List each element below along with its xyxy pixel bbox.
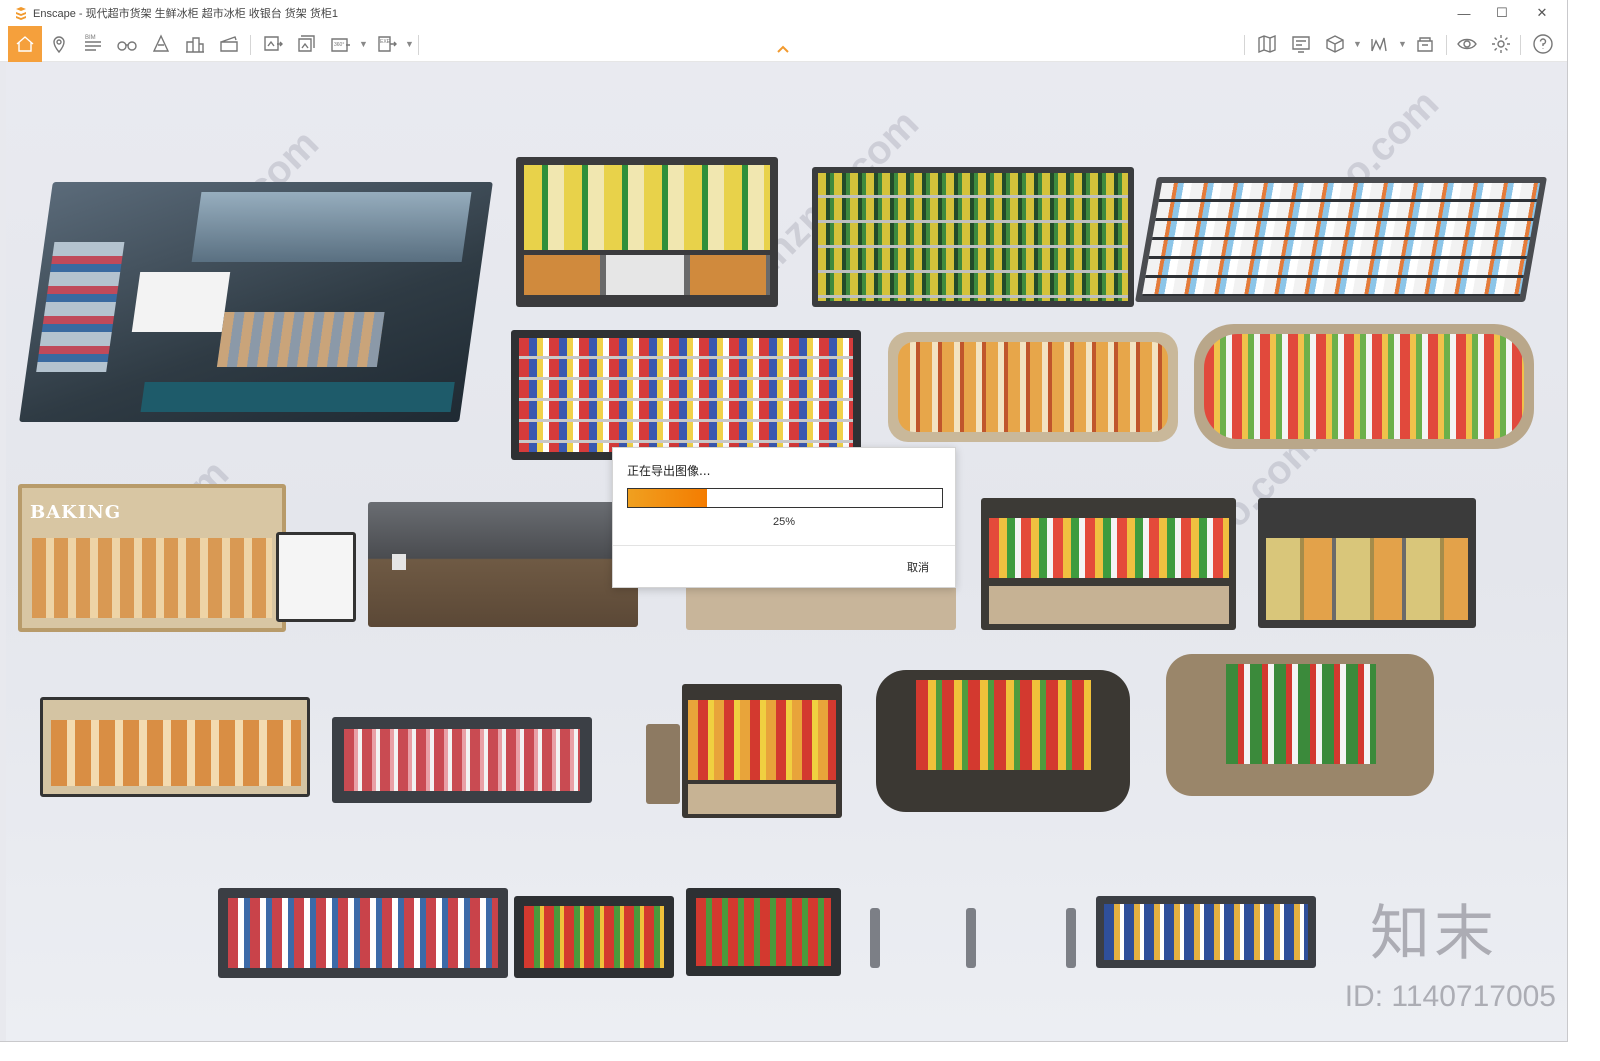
atmosphere-button[interactable]	[146, 29, 176, 59]
chart-icon	[1371, 37, 1387, 52]
asset-library-button[interactable]	[1410, 29, 1440, 59]
panorama-button[interactable]: 360°	[326, 29, 356, 59]
toolbar-separator	[1446, 35, 1447, 55]
map-icon	[1258, 34, 1276, 54]
security-gate	[966, 908, 976, 968]
scale-stand	[646, 724, 680, 804]
snack-shelf	[516, 157, 778, 307]
minimize-icon: —	[1457, 5, 1471, 21]
cone-icon	[152, 34, 170, 52]
produce-cooler	[514, 896, 674, 978]
panorama-360-icon: 360°	[331, 38, 350, 52]
fruit-island	[876, 670, 1130, 812]
id-watermark: ID: 1140717005	[1344, 980, 1556, 1013]
binoculars-icon	[117, 41, 137, 51]
batch-render-button[interactable]	[292, 29, 322, 59]
video-editor-button[interactable]	[214, 29, 244, 59]
close-icon: ✕	[1536, 5, 1548, 20]
close-button[interactable]: ✕	[1522, 0, 1562, 26]
bread-island-shelf	[888, 332, 1178, 442]
export-exe-button[interactable]: EXE	[372, 29, 402, 59]
clapperboard-icon	[220, 36, 238, 52]
bim-button[interactable]: BIM	[78, 29, 108, 59]
progress-bar	[627, 488, 943, 508]
bim-label: BIM	[85, 35, 96, 41]
eye-icon	[1457, 38, 1477, 50]
beverage-shelf	[812, 167, 1134, 307]
objects-button[interactable]	[1320, 29, 1350, 59]
home-button[interactable]	[8, 26, 42, 62]
location-button[interactable]	[44, 29, 74, 59]
buildings-icon	[186, 37, 204, 53]
render-image-button[interactable]	[258, 29, 288, 59]
settings-button[interactable]	[1486, 29, 1516, 59]
panorama-label: 360°	[334, 42, 344, 48]
vegetable-island	[1166, 654, 1434, 796]
views-button[interactable]	[112, 29, 142, 59]
screen-button[interactable]	[1286, 29, 1316, 59]
progress-percent: 25%	[772, 516, 796, 528]
seafood-counter	[19, 182, 493, 422]
export-exe-icon: EXE	[378, 36, 397, 52]
vegetable-rack	[981, 498, 1236, 630]
screen-icon	[1292, 36, 1310, 53]
grocery-gondola	[511, 330, 861, 460]
chevron-down-icon[interactable]: ▼	[1398, 39, 1407, 49]
cancel-button[interactable]: 取消	[907, 559, 929, 575]
security-gate	[1066, 908, 1076, 968]
toolbar-separator	[250, 35, 251, 55]
snack-island-shelf	[1194, 324, 1534, 449]
dairy-shelf	[1134, 177, 1548, 302]
help-button[interactable]	[1528, 29, 1558, 59]
fruit-stand	[682, 684, 842, 818]
visual-settings-button[interactable]	[1452, 29, 1482, 59]
help-icon	[1533, 34, 1553, 54]
location-pin-icon	[53, 36, 65, 54]
export-progress-dialog: 正在导出图像... 25% 取消	[612, 447, 956, 588]
export-image-icon	[264, 36, 283, 51]
produce-cooler	[686, 888, 841, 976]
gear-icon	[1492, 35, 1510, 53]
chest-freezer	[218, 888, 508, 978]
minimize-button[interactable]: —	[1444, 0, 1484, 26]
security-gate	[870, 908, 880, 968]
bakery-cart	[276, 532, 356, 622]
meat-fridge	[332, 717, 592, 803]
ice-cream-freezer	[1096, 896, 1316, 968]
exe-label: EXE	[380, 39, 391, 45]
checkout-counter	[368, 502, 638, 627]
brand-watermark: 知末	[1370, 899, 1498, 969]
chevron-down-icon[interactable]: ▼	[405, 39, 414, 49]
toolbar-separator	[418, 35, 419, 55]
site-context-button[interactable]	[180, 29, 210, 59]
maximize-button[interactable]: ☐	[1482, 0, 1522, 26]
enscape-window: Enscape - 现代超市货架 生鲜冰柜 超市冰柜 收银台 货架 货柜1 — …	[0, 0, 1568, 1042]
enscape-logo-icon	[16, 7, 26, 20]
material-button[interactable]	[1364, 29, 1394, 59]
baking-sign: BAKING	[30, 502, 122, 523]
chevron-down-icon[interactable]: ▼	[1353, 39, 1362, 49]
window-title: Enscape - 现代超市货架 生鲜冰柜 超市冰柜 收银台 货架 货柜1	[33, 8, 338, 20]
toolbar-separator	[1520, 35, 1521, 55]
chevron-down-icon[interactable]: ▼	[359, 39, 368, 49]
dialog-title: 正在导出图像...	[627, 464, 711, 478]
produce-base	[686, 582, 956, 630]
maximize-icon: ☐	[1496, 5, 1508, 20]
batch-render-icon	[298, 35, 315, 52]
title-bar: Enscape - 现代超市货架 生鲜冰柜 超市冰柜 收银台 货架 货柜1 — …	[0, 0, 1567, 26]
asset-library-icon	[1417, 37, 1433, 52]
cube-icon	[1326, 35, 1344, 53]
map-button[interactable]	[1252, 29, 1282, 59]
home-icon	[16, 36, 34, 52]
collapse-toolbar-icon[interactable]	[776, 43, 790, 57]
bulk-grain-bins	[1258, 498, 1476, 628]
toolbar-separator	[1244, 35, 1245, 55]
dialog-divider	[613, 545, 955, 546]
progress-fill	[628, 489, 707, 507]
bakery-case	[40, 697, 310, 797]
bim-icon: BIM	[85, 35, 101, 51]
